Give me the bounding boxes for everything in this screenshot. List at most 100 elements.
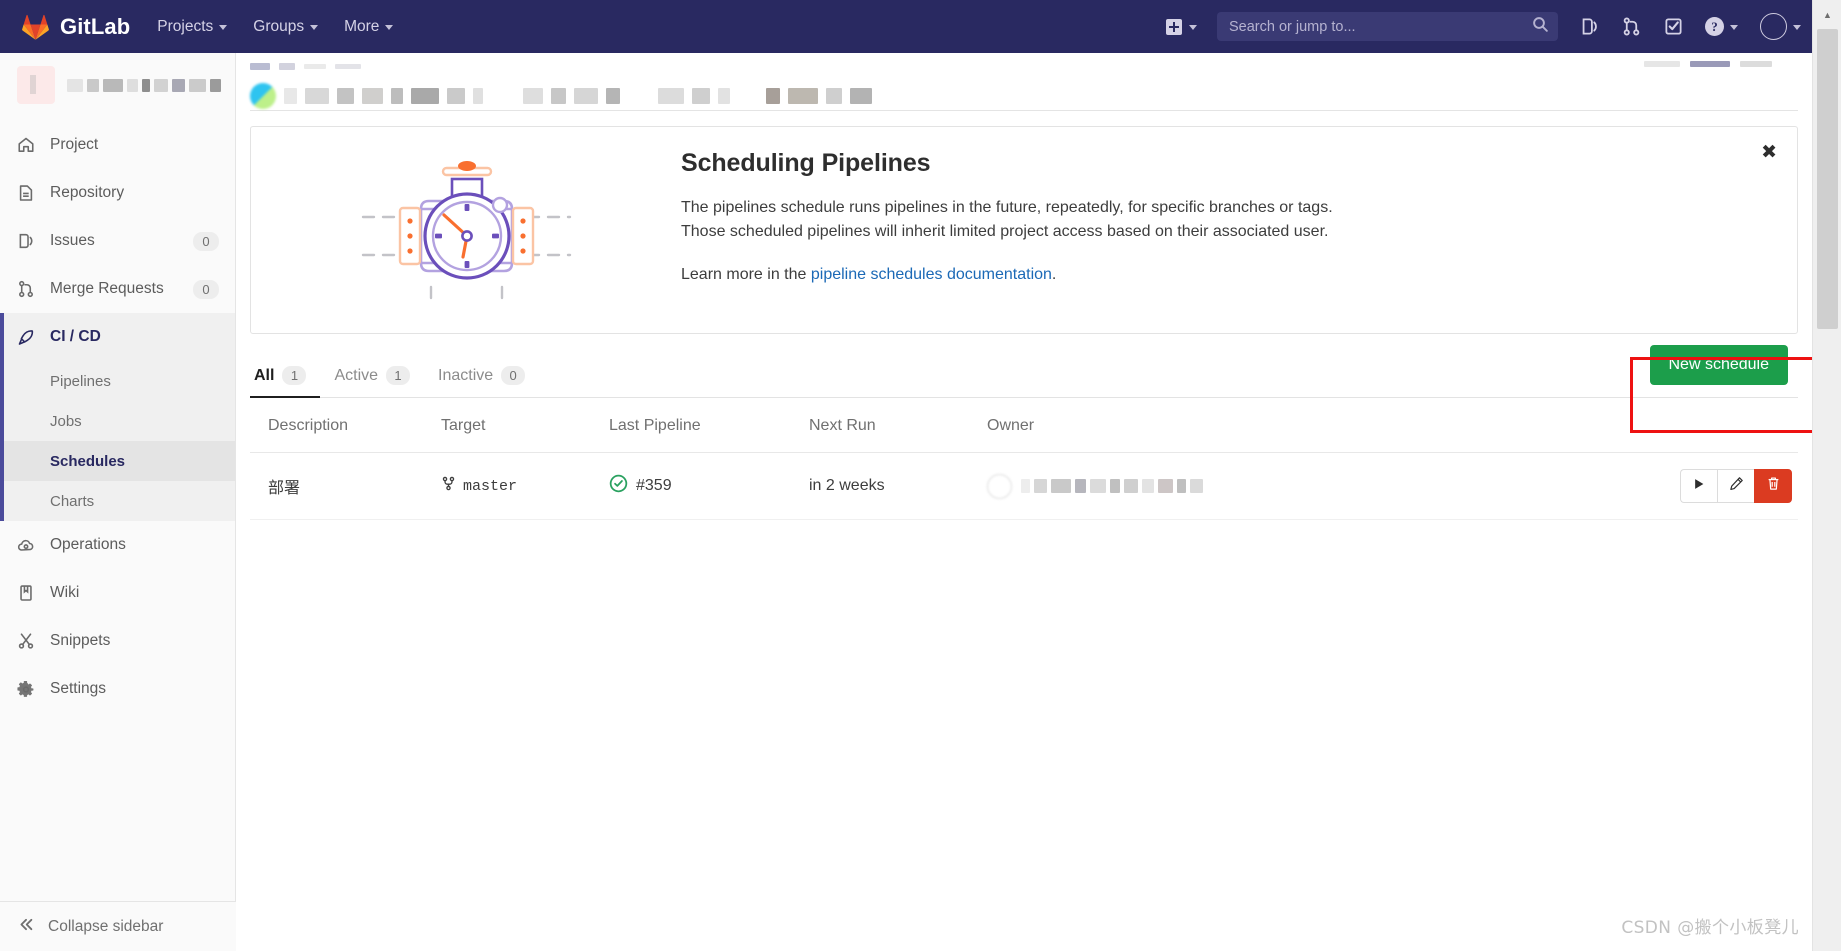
todos-nav-icon[interactable] — [1652, 0, 1694, 53]
status-success-icon[interactable] — [609, 474, 628, 498]
project-sidebar: Project Repository Issues 0 Merge Reques… — [0, 53, 236, 951]
issues-icon — [17, 232, 35, 250]
branch-name[interactable]: master — [463, 478, 517, 495]
sidebar-item-operations[interactable]: Operations — [0, 521, 235, 569]
sidebar-item-repository[interactable]: Repository — [0, 169, 235, 217]
tab-inactive[interactable]: Inactive 0 — [424, 366, 539, 398]
sidebar-item-snippets[interactable]: Snippets — [0, 617, 235, 665]
table-header-row: Description Target Last Pipeline Next Ru… — [250, 398, 1798, 453]
sidebar-subitem-label: Schedules — [50, 452, 126, 470]
sidebar-item-settings[interactable]: Settings — [0, 665, 235, 713]
column-header-target: Target — [435, 398, 603, 453]
owner-wrapper — [987, 473, 1495, 499]
breadcrumb-divider — [250, 110, 1798, 111]
nav-groups-label: Groups — [253, 17, 305, 35]
new-dropdown-button[interactable] — [1152, 0, 1207, 53]
nav-more[interactable]: More — [331, 0, 406, 53]
gitlab-tanuki-logo-icon — [22, 14, 49, 40]
project-avatar-small — [250, 83, 276, 109]
column-header-description: Description — [250, 398, 435, 453]
project-title-redacted — [250, 83, 1784, 109]
edit-button[interactable] — [1717, 469, 1754, 503]
home-icon — [17, 136, 35, 154]
new-schedule-button[interactable]: New schedule — [1649, 345, 1788, 385]
issues-nav-icon[interactable] — [1568, 0, 1610, 53]
cell-target: master — [435, 452, 603, 520]
sidebar-item-issues[interactable]: Issues 0 — [0, 217, 235, 265]
sidebar-item-label: Settings — [50, 680, 107, 697]
sidebar-nav-list: Project Repository Issues 0 Merge Reques… — [0, 117, 235, 713]
table-body: 部署 master #359 in 2 weeks — [250, 452, 1798, 520]
window-scrollbar[interactable]: ▲ — [1812, 0, 1841, 951]
scrollbar-thumb[interactable] — [1817, 29, 1838, 329]
cloud-gear-icon — [17, 536, 35, 554]
last-pipeline-wrapper: #359 — [609, 474, 797, 498]
chevron-down-icon — [1730, 25, 1738, 30]
sidebar-subitem-charts[interactable]: Charts — [4, 481, 235, 521]
pipeline-id-link[interactable]: #359 — [636, 477, 672, 495]
scroll-up-arrow-icon[interactable]: ▲ — [1813, 0, 1841, 29]
help-circle-icon: ? — [1705, 17, 1724, 36]
gear-icon — [17, 680, 35, 698]
book-icon — [17, 584, 35, 602]
collapse-sidebar-button[interactable]: Collapse sidebar — [0, 901, 236, 951]
close-icon[interactable]: ✖ — [1761, 143, 1777, 162]
sidebar-item-label: Merge Requests — [50, 280, 164, 297]
tab-all[interactable]: All 1 — [250, 366, 321, 398]
banner-paragraph-line2: Those scheduled pipelines will inherit l… — [681, 223, 1329, 240]
chevron-down-icon — [219, 25, 228, 30]
breadcrumb-trail-redacted — [250, 59, 1784, 73]
rocket-icon — [17, 328, 35, 346]
sidebar-subitem-pipelines[interactable]: Pipelines — [4, 361, 235, 401]
sidebar-badge-merge-requests: 0 — [193, 279, 219, 299]
sidebar-subitem-jobs[interactable]: Jobs — [4, 401, 235, 441]
main-content: Scheduling Pipelines The pipelines sched… — [236, 53, 1812, 951]
navbar-right-group: ? — [1152, 0, 1812, 53]
pipeline-stopwatch-illustration-icon — [251, 149, 681, 307]
owner-name-redacted — [1021, 479, 1203, 493]
table-row: 部署 master #359 in 2 weeks — [250, 452, 1798, 520]
table-head: Description Target Last Pipeline Next Ru… — [250, 398, 1798, 453]
sidebar-item-wiki[interactable]: Wiki — [0, 569, 235, 617]
row-action-buttons — [1680, 469, 1792, 503]
merge-requests-nav-icon[interactable] — [1610, 0, 1652, 53]
nav-groups[interactable]: Groups — [240, 0, 331, 53]
sidebar-subitem-label: Pipelines — [50, 372, 111, 390]
sidebar-project-header[interactable] — [0, 53, 235, 117]
pipeline-schedules-documentation-link[interactable]: pipeline schedules documentation — [811, 266, 1052, 283]
user-menu-button[interactable] — [1749, 0, 1812, 53]
column-header-next-run: Next Run — [803, 398, 981, 453]
sidebar-item-label: CI / CD — [50, 328, 101, 345]
gitlab-home-link[interactable]: GitLab — [0, 0, 144, 53]
banner-paragraph-line1: The pipelines schedule runs pipelines in… — [681, 199, 1333, 216]
cell-next-run: in 2 weeks — [803, 452, 981, 520]
cell-owner — [981, 452, 1501, 520]
column-header-owner: Owner — [981, 398, 1501, 453]
collapse-sidebar-label: Collapse sidebar — [48, 917, 164, 935]
nav-projects[interactable]: Projects — [144, 0, 240, 53]
play-button[interactable] — [1680, 469, 1717, 503]
column-header-actions — [1501, 398, 1798, 453]
project-avatar — [17, 66, 55, 104]
sidebar-item-merge-requests[interactable]: Merge Requests 0 — [0, 265, 235, 313]
scheduling-pipelines-banner: Scheduling Pipelines The pipelines sched… — [250, 126, 1798, 334]
play-icon — [1692, 477, 1706, 496]
sidebar-item-label: Snippets — [50, 632, 111, 649]
branch-icon — [441, 476, 456, 496]
banner-learn-prefix: Learn more in the — [681, 266, 811, 283]
help-dropdown-button[interactable]: ? — [1694, 0, 1749, 53]
top-navbar: GitLab Projects Groups More Search or ju… — [0, 0, 1812, 53]
delete-button[interactable] — [1754, 469, 1792, 503]
sidebar-item-cicd[interactable]: CI / CD — [4, 313, 235, 361]
sidebar-item-project[interactable]: Project — [0, 121, 235, 169]
global-search[interactable] — [1217, 12, 1558, 41]
plus-square-icon — [1166, 18, 1182, 35]
tab-active[interactable]: Active 1 — [320, 366, 424, 398]
sidebar-item-label: Operations — [50, 536, 126, 553]
sidebar-subitem-label: Jobs — [50, 412, 82, 430]
scissors-icon — [17, 632, 35, 650]
sidebar-item-label: Project — [50, 136, 99, 153]
sidebar-subitem-schedules[interactable]: Schedules — [4, 441, 235, 481]
search-input[interactable] — [1229, 18, 1532, 35]
tab-label: All — [254, 366, 275, 384]
